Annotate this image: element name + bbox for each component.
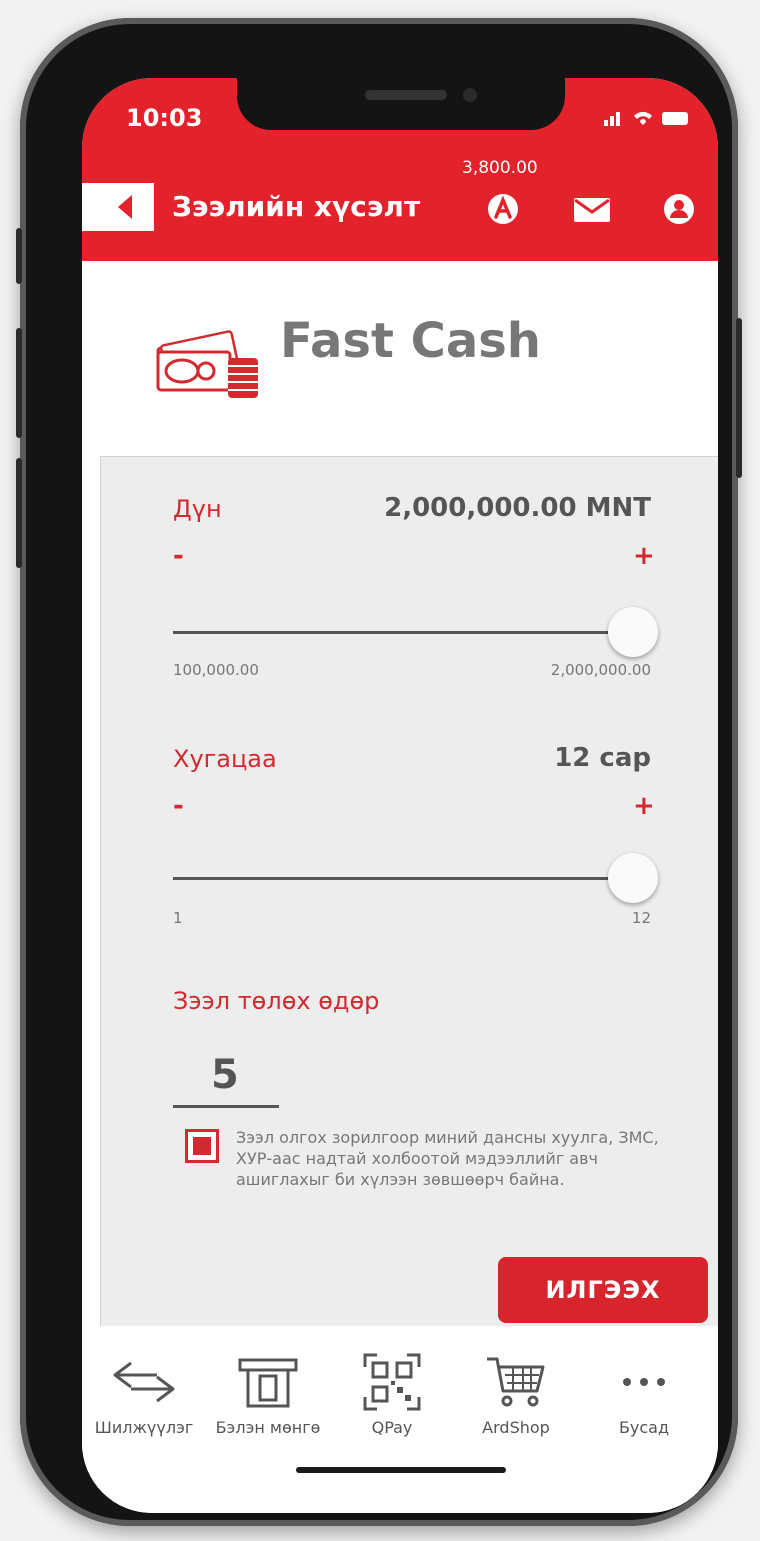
user-icon bbox=[664, 194, 694, 224]
status-time: 10:03 bbox=[126, 104, 203, 132]
status-icons bbox=[604, 106, 692, 133]
mail-icon bbox=[574, 198, 610, 222]
submit-button[interactable]: ИЛГЭЭХ bbox=[498, 1257, 708, 1323]
brand-section: Fast Cash bbox=[82, 261, 718, 456]
mute-switch bbox=[16, 228, 22, 284]
nav-item-transfer[interactable]: Шилжүүлэг bbox=[82, 1352, 206, 1437]
front-camera bbox=[463, 88, 477, 102]
points-icon bbox=[488, 194, 518, 224]
amount-slider-track[interactable] bbox=[173, 631, 633, 634]
home-indicator[interactable] bbox=[296, 1467, 506, 1473]
loan-form: Дүн 2,000,000.00 MNT - + 100,000.00 2,00… bbox=[100, 456, 718, 1328]
term-increase-button[interactable]: + bbox=[633, 791, 655, 821]
speaker bbox=[365, 90, 447, 100]
power-button bbox=[736, 318, 742, 478]
atm-icon bbox=[238, 1358, 298, 1408]
term-max: 12 bbox=[631, 909, 651, 927]
nav-item-more[interactable]: Бусад bbox=[582, 1352, 706, 1437]
qr-code-icon bbox=[363, 1353, 421, 1411]
nav-item-qpay[interactable]: QPay bbox=[330, 1352, 454, 1437]
bottom-nav: Шилжүүлэг Бэлэн мөнгө QPay ArdShop Бусад bbox=[82, 1326, 718, 1513]
nav-label: QPay bbox=[371, 1418, 413, 1437]
term-slider-track[interactable] bbox=[173, 877, 633, 880]
nav-label: Шилжүүлэг bbox=[94, 1418, 194, 1437]
cart-icon bbox=[487, 1357, 545, 1407]
nav-label: Бусад bbox=[618, 1418, 670, 1437]
term-label: Хугацаа bbox=[173, 745, 277, 773]
term-decrease-button[interactable]: - bbox=[173, 791, 184, 821]
amount-label: Дүн bbox=[173, 495, 222, 523]
profile-button[interactable] bbox=[662, 192, 696, 226]
points-balance: 3,800.00 bbox=[462, 158, 538, 178]
mail-button[interactable] bbox=[572, 192, 612, 226]
term-slider-handle[interactable] bbox=[608, 853, 658, 903]
amount-value: 2,000,000.00 MNT bbox=[384, 493, 651, 523]
nav-item-atm[interactable]: Бэлэн мөнгө bbox=[206, 1352, 330, 1437]
amount-increase-button[interactable]: + bbox=[633, 541, 655, 571]
cash-coins-icon bbox=[152, 308, 270, 406]
back-arrow-icon bbox=[118, 195, 132, 219]
term-value: 12 сар bbox=[554, 743, 651, 773]
term-min: 1 bbox=[173, 909, 183, 927]
volume-up-button bbox=[16, 328, 22, 438]
amount-slider-handle[interactable] bbox=[608, 607, 658, 657]
more-dots-icon bbox=[623, 1378, 665, 1386]
signal-wifi-battery-icon bbox=[604, 111, 688, 126]
amount-min: 100,000.00 bbox=[173, 661, 259, 679]
amount-decrease-button[interactable]: - bbox=[173, 541, 184, 571]
product-name: Fast Cash bbox=[280, 313, 541, 369]
amount-max: 2,000,000.00 bbox=[550, 661, 651, 679]
payday-underline bbox=[173, 1105, 279, 1108]
back-button[interactable] bbox=[82, 183, 154, 231]
nav-label: ArdShop bbox=[482, 1418, 550, 1437]
screen: 10:03 Зээлийн хүсэлт 3,800.00 Fast Cash … bbox=[82, 78, 718, 1513]
consent-checkbox[interactable] bbox=[185, 1129, 219, 1163]
phone-frame: 10:03 Зээлийн хүсэлт 3,800.00 Fast Cash … bbox=[16, 18, 742, 1526]
nav-item-ardshop[interactable]: ArdShop bbox=[454, 1352, 578, 1437]
consent-text: Зээл олгох зорилгоор миний дансны хуулга… bbox=[236, 1128, 659, 1189]
volume-down-button bbox=[16, 458, 22, 568]
points-button[interactable] bbox=[486, 192, 520, 226]
page-title: Зээлийн хүсэлт bbox=[172, 190, 421, 223]
payday-input[interactable]: 5 bbox=[211, 1052, 239, 1098]
nav-label: Бэлэн мөнгө bbox=[215, 1418, 321, 1437]
transfer-arrows-icon bbox=[113, 1361, 175, 1403]
payday-label: Зээл төлөх өдөр bbox=[173, 987, 380, 1015]
notch bbox=[237, 78, 565, 130]
checkbox-check-icon bbox=[193, 1137, 211, 1155]
